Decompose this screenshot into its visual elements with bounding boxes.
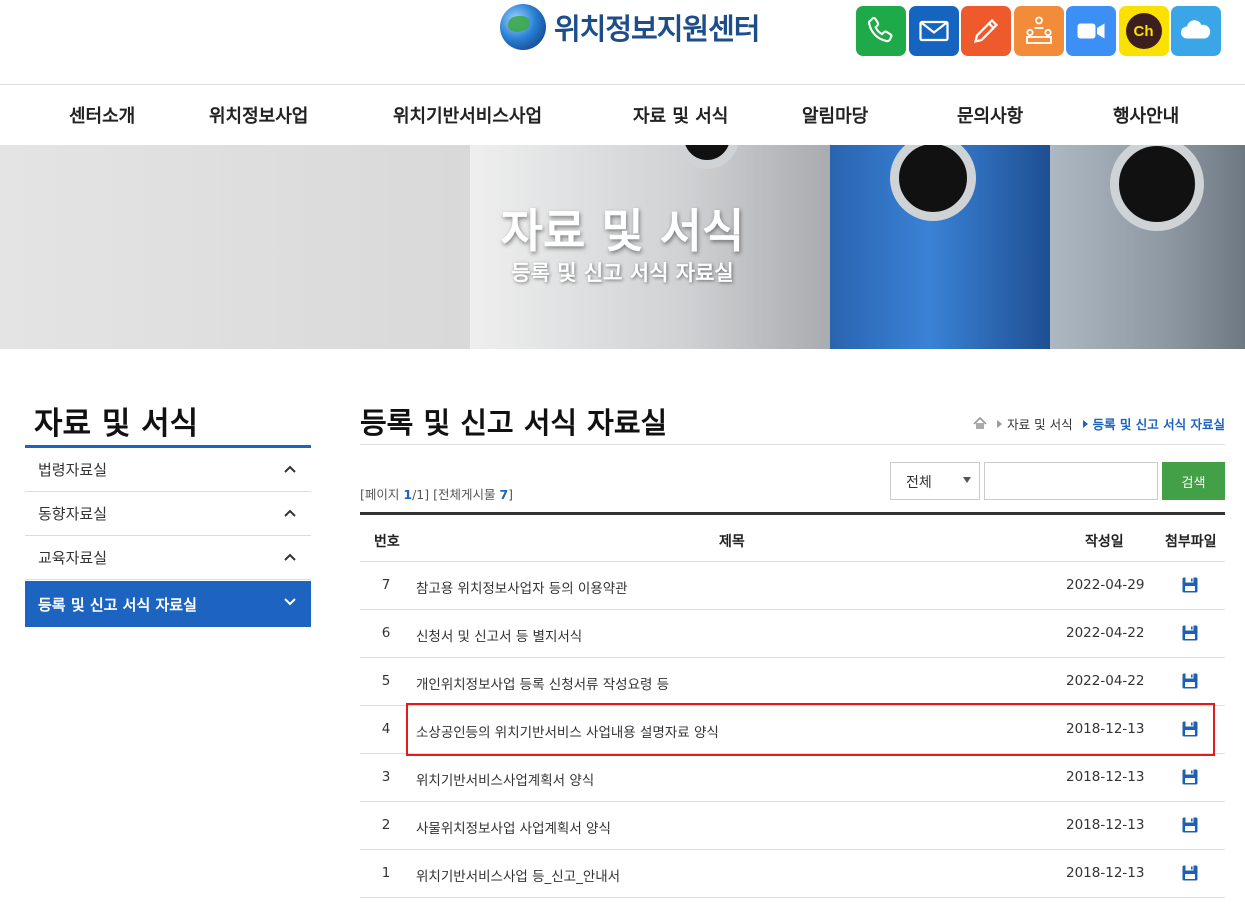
title-divider [360,444,1225,445]
floppy-disk-icon[interactable] [1181,864,1199,882]
total-posts-suffix: ] [508,487,514,502]
header-date: 작성일 [1085,534,1124,550]
site-header: 위치정보지원센터 Ch [0,0,1245,84]
page-info-label: [페이지 [360,487,404,502]
main-nav: 센터소개 위치정보사업 위치기반서비스사업 자료 및 서식 알림마당 문의사항 … [0,85,1245,145]
chevron-up-icon [284,509,296,517]
table-row[interactable]: 7 참고용 위치정보사업자 등의 이용약관 2022-04-29 [360,562,1225,610]
floppy-disk-icon[interactable] [1181,624,1199,642]
chevron-up-icon [284,553,296,561]
breadcrumb-separator-icon [997,419,1003,428]
table-row[interactable]: 3 위치기반서비스사업계획서 양식 2018-12-13 [360,754,1225,802]
video-icon[interactable] [1066,6,1116,56]
sidebar-item-education[interactable]: 교육자료실 [25,536,311,580]
chevron-up-icon [284,465,296,473]
binder-hole [675,145,739,169]
sidebar-item-trends[interactable]: 동향자료실 [25,492,311,536]
search-category-value: 전체 [906,475,932,491]
table-header: 번호 제목 작성일 첨부파일 [360,512,1225,562]
row-number: 1 [381,865,391,881]
kakao-channel-label: Ch [1125,13,1162,49]
sidebar-title: 자료 및 서식 [34,406,199,442]
total-posts-label: [전체게시물 [433,487,500,502]
row-number: 6 [381,625,391,641]
row-number: 4 [381,721,391,737]
phone-icon[interactable] [856,6,906,56]
nav-item-notice[interactable]: 알림마당 [802,102,868,128]
chevron-down-icon [284,598,296,606]
kakao-channel-icon[interactable]: Ch [1118,6,1169,56]
floppy-disk-icon[interactable] [1181,576,1199,594]
highlight-box [406,703,1215,756]
nav-item-lbs-business[interactable]: 위치기반서비스사업 [393,102,542,128]
table-row[interactable]: 5 개인위치정보사업 등록 신청서류 작성요령 등 2022-04-22 [360,658,1225,706]
nav-item-center-intro[interactable]: 센터소개 [69,102,135,128]
row-date: 2022-04-22 [1066,625,1145,641]
banner-subtitle: 등록 및 신고 서식 자료실 [511,261,734,285]
row-date: 2022-04-29 [1066,577,1145,593]
floppy-disk-icon[interactable] [1181,768,1199,786]
row-date: 2022-04-22 [1066,673,1145,689]
cloud-icon[interactable] [1171,6,1221,56]
mail-icon[interactable] [908,6,959,56]
home-icon[interactable] [973,417,987,430]
row-number: 5 [381,673,391,689]
pencil-icon[interactable] [961,6,1011,56]
breadcrumb-separator-icon [1082,419,1088,428]
globe-logo-icon [500,4,546,50]
page-info: [페이지 1/1] [전체게시물 7] [360,484,513,503]
row-title-link[interactable]: 개인위치정보사업 등록 신청서류 작성요령 등 [416,673,669,693]
nav-item-resources[interactable]: 자료 및 서식 [633,102,728,128]
sidebar-item-label: 법령자료실 [38,461,108,479]
breadcrumb: 자료 및 서식 등록 및 신고 서식 자료실 [973,414,1225,433]
row-title-link[interactable]: 위치기반서비스사업계획서 양식 [416,769,594,789]
breadcrumb-current[interactable]: 등록 및 신고 서식 자료실 [1093,414,1225,433]
sidebar-item-label: 교육자료실 [38,549,108,567]
dropdown-arrow-icon [963,477,971,483]
current-page: 1 [403,487,413,502]
search-category-select[interactable]: 전체 [890,462,980,500]
floppy-disk-icon[interactable] [1181,672,1199,690]
header-attachment: 첨부파일 [1165,534,1217,550]
row-number: 7 [381,577,391,593]
row-date: 2018-12-13 [1066,865,1145,881]
sidebar-item-label: 등록 및 신고 서식 자료실 [38,595,197,614]
row-title-link[interactable]: 신청서 및 신고서 등 별지서식 [416,625,582,645]
table-row[interactable]: 2 사물위치정보사업 사업계획서 양식 2018-12-13 [360,802,1225,850]
banner-title: 자료 및 서식 [500,204,745,258]
header-title: 제목 [719,534,745,550]
nav-item-inquiry[interactable]: 문의사항 [957,102,1023,128]
sidebar-item-laws[interactable]: 법령자료실 [25,448,311,492]
table-row[interactable]: 1 위치기반서비스사업 등_신고_안내서 2018-12-13 [360,850,1225,898]
page-title: 등록 및 신고 서식 자료실 [360,406,668,440]
row-title-link[interactable]: 위치기반서비스사업 등_신고_안내서 [416,865,620,885]
meeting-icon[interactable] [1013,6,1064,56]
row-title-link[interactable]: 사물위치정보사업 사업계획서 양식 [416,817,611,837]
table-row[interactable]: 6 신청서 및 신고서 등 별지서식 2022-04-22 [360,610,1225,658]
sidebar-item-label: 동향자료실 [38,505,108,523]
nav-item-events[interactable]: 행사안내 [1113,102,1179,128]
page-banner: 자료 및 서식 등록 및 신고 서식 자료실 [0,145,1245,349]
row-number: 2 [381,817,391,833]
quick-links: Ch [856,6,1224,56]
sidebar-item-forms[interactable]: 등록 및 신고 서식 자료실 [25,581,311,627]
row-date: 2018-12-13 [1066,769,1145,785]
search-button[interactable]: 검색 [1162,462,1225,500]
header-number: 번호 [374,534,400,550]
total-pages: /1] [412,487,430,502]
search-input[interactable] [984,462,1158,500]
row-date: 2018-12-13 [1066,817,1145,833]
row-number: 3 [381,769,391,785]
floppy-disk-icon[interactable] [1181,816,1199,834]
breadcrumb-item[interactable]: 자료 및 서식 [1007,414,1072,433]
logo-text: 위치정보지원센터 [554,12,760,46]
site-logo[interactable]: 위치정보지원센터 [500,2,760,52]
row-title-link[interactable]: 참고용 위치정보사업자 등의 이용약관 [416,577,628,597]
nav-item-location-business[interactable]: 위치정보사업 [209,102,308,128]
total-posts-count: 7 [499,487,509,502]
